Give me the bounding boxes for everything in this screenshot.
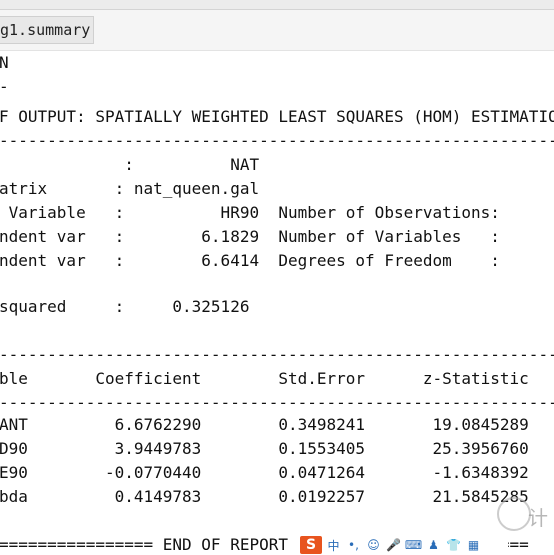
sogou-logo-icon[interactable]: S bbox=[300, 536, 322, 554]
report-line: : NAT bbox=[0, 155, 260, 174]
report-line: ----------------------------------------… bbox=[0, 131, 554, 150]
cell-output: N - F OUTPUT: SPATIALLY WEIGHTED LEAST SQU… bbox=[0, 52, 554, 554]
toolbox-icon[interactable]: ▦ bbox=[465, 537, 482, 553]
user-icon[interactable]: ♟ bbox=[425, 537, 442, 553]
punctuation-icon[interactable]: •, bbox=[345, 537, 362, 553]
report-line: F OUTPUT: SPATIALLY WEIGHTED LEAST SQUAR… bbox=[0, 107, 554, 126]
report-line: squared : 0.325126 bbox=[0, 297, 250, 316]
skin-icon[interactable]: 👕 bbox=[445, 537, 462, 553]
report-line: N bbox=[0, 53, 9, 72]
report-line: ndent var : 6.6414 Degrees of Freedom : bbox=[0, 251, 500, 270]
report-line: Variable : HR90 Number of Observations: bbox=[0, 203, 500, 222]
report-line bbox=[0, 274, 554, 296]
watermark-logo-icon bbox=[497, 497, 531, 531]
keyboard-icon[interactable]: ⌨ bbox=[405, 537, 422, 553]
report-line bbox=[0, 320, 554, 342]
microphone-icon[interactable]: 🎤 bbox=[385, 537, 402, 553]
cell-input-text[interactable]: g1.summary bbox=[0, 16, 95, 44]
report-line: D90 3.9449783 0.1553405 25.3956760 2. bbox=[0, 439, 554, 458]
report-line: ble Coefficient Std.Error z-Statistic P bbox=[0, 369, 554, 388]
ime-toolbar[interactable]: S 中 •, ☺ 🎤 ⌨ ♟ 👕 ▦ bbox=[298, 536, 508, 554]
notebook-toolbar-strip bbox=[0, 0, 554, 10]
emoji-icon[interactable]: ☺ bbox=[365, 537, 382, 553]
report-line: E90 -0.0770440 0.0471264 -1.6348392 bbox=[0, 463, 529, 482]
chinese-mode-icon[interactable]: 中 bbox=[325, 537, 342, 553]
report-line: ANT 6.6762290 0.3498241 19.0845289 3. bbox=[0, 415, 554, 434]
report-line: atrix : nat_queen.gal bbox=[0, 179, 260, 198]
watermark-text: 计 bbox=[528, 506, 548, 530]
report-line: ndent var : 6.1829 Number of Variables : bbox=[0, 227, 500, 246]
report-line: ----------------------------------------… bbox=[0, 393, 554, 412]
report-line: - bbox=[0, 76, 554, 98]
report-line: ----------------------------------------… bbox=[0, 345, 554, 364]
report-line: bda 0.4149783 0.0192257 21.5845285 2. bbox=[0, 487, 554, 506]
